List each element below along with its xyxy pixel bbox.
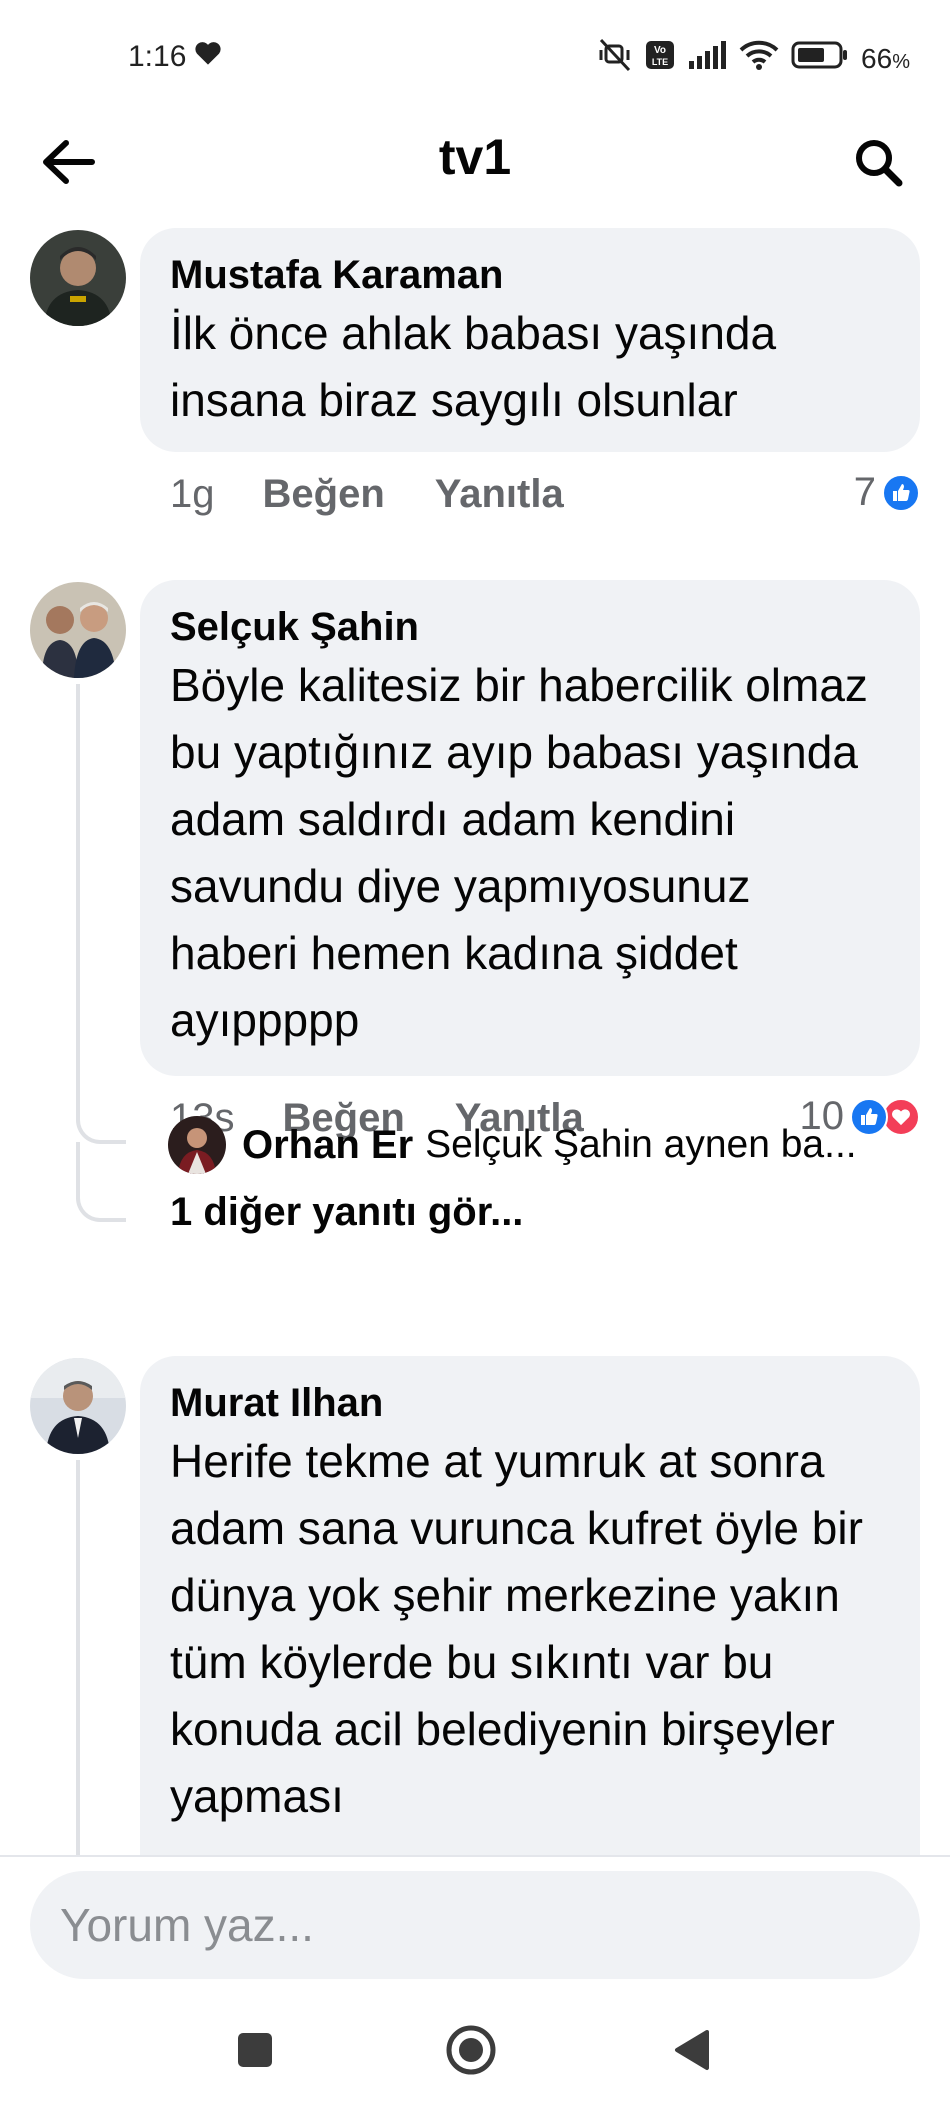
svg-text:Vo: Vo — [654, 45, 666, 56]
page-title: tv1 — [438, 129, 512, 185]
avatar[interactable] — [30, 582, 126, 678]
comment-text: Herife tekme at yumruk at sonra adam san… — [170, 1435, 863, 1822]
heart-icon — [194, 40, 222, 74]
status-time-group: 1:16 — [128, 40, 222, 74]
like-reaction-icon — [850, 1097, 888, 1136]
mute-vibrate-icon — [597, 38, 633, 79]
avatar[interactable] — [30, 1358, 126, 1454]
circle-icon — [446, 2025, 496, 2075]
thread-line — [76, 684, 80, 1114]
comment-author[interactable]: Selçuk Şahin — [170, 602, 890, 652]
comment-bubble[interactable]: Murat Ilhan Herife tekme at yumruk at so… — [140, 1356, 920, 1855]
comments-list: Mustafa Karaman İlk önce ahlak babası ya… — [0, 220, 950, 1855]
top-app-bar: tv1 — [0, 110, 950, 220]
search-icon — [856, 140, 903, 187]
thread-connector — [76, 1114, 126, 1144]
status-icons: Vo LTE 66% — [597, 38, 910, 79]
comment-author[interactable]: Mustafa Karaman — [170, 250, 890, 300]
avatar[interactable] — [30, 230, 126, 326]
reaction-summary[interactable]: 7 — [854, 470, 920, 515]
comment-text: Böyle kalitesiz bir habercilik olmaz bu … — [170, 659, 868, 1046]
avatar[interactable] — [168, 1116, 226, 1174]
comment-author[interactable]: Murat Ilhan — [170, 1378, 890, 1428]
recents-button[interactable] — [220, 2015, 290, 2085]
thread-line — [76, 1142, 80, 1192]
like-button[interactable]: Beğen — [263, 472, 385, 517]
reply-button[interactable]: Yanıtla — [435, 472, 564, 517]
square-icon — [238, 2033, 272, 2067]
comment-actions: 1g Beğen Yanıtla — [170, 472, 614, 517]
comment-input[interactable] — [30, 1871, 920, 1979]
triangle-back-icon — [675, 2030, 709, 2070]
svg-text:LTE: LTE — [652, 57, 668, 67]
comment-time[interactable]: 1g — [170, 472, 215, 517]
battery-icon — [791, 41, 849, 76]
status-time: 1:16 — [128, 40, 187, 73]
search-button[interactable] — [846, 130, 910, 194]
wifi-icon — [739, 40, 779, 77]
comment-text: İlk önce ahlak babası yaşında insana bir… — [170, 307, 777, 426]
thread-line — [76, 1460, 80, 1855]
thread-connector — [76, 1192, 126, 1222]
signal-icon — [687, 41, 727, 76]
like-reaction-icon — [882, 473, 920, 512]
status-bar: 1:16 Vo LTE 66% — [0, 0, 950, 110]
reply-preview[interactable]: Orhan Er Selçuk Şahin aynen ba... — [168, 1116, 908, 1174]
system-nav-bar — [0, 1985, 950, 2111]
battery-level: 66% — [861, 42, 910, 74]
view-more-replies-link[interactable]: 1 diğer yanıtı gör... — [170, 1190, 523, 1235]
comment-composer — [0, 1855, 950, 1985]
reply-text: Selçuk Şahin aynen ba... — [425, 1123, 857, 1166]
reaction-count: 7 — [853, 470, 876, 514]
volte-icon: Vo LTE — [645, 40, 675, 77]
reply-author[interactable]: Orhan Er — [242, 1123, 413, 1168]
comment-bubble[interactable]: Mustafa Karaman İlk önce ahlak babası ya… — [140, 228, 920, 452]
back-nav-button[interactable] — [656, 2015, 726, 2085]
home-button[interactable] — [436, 2015, 506, 2085]
comment-bubble[interactable]: Selçuk Şahin Böyle kalitesiz bir haberci… — [140, 580, 920, 1076]
